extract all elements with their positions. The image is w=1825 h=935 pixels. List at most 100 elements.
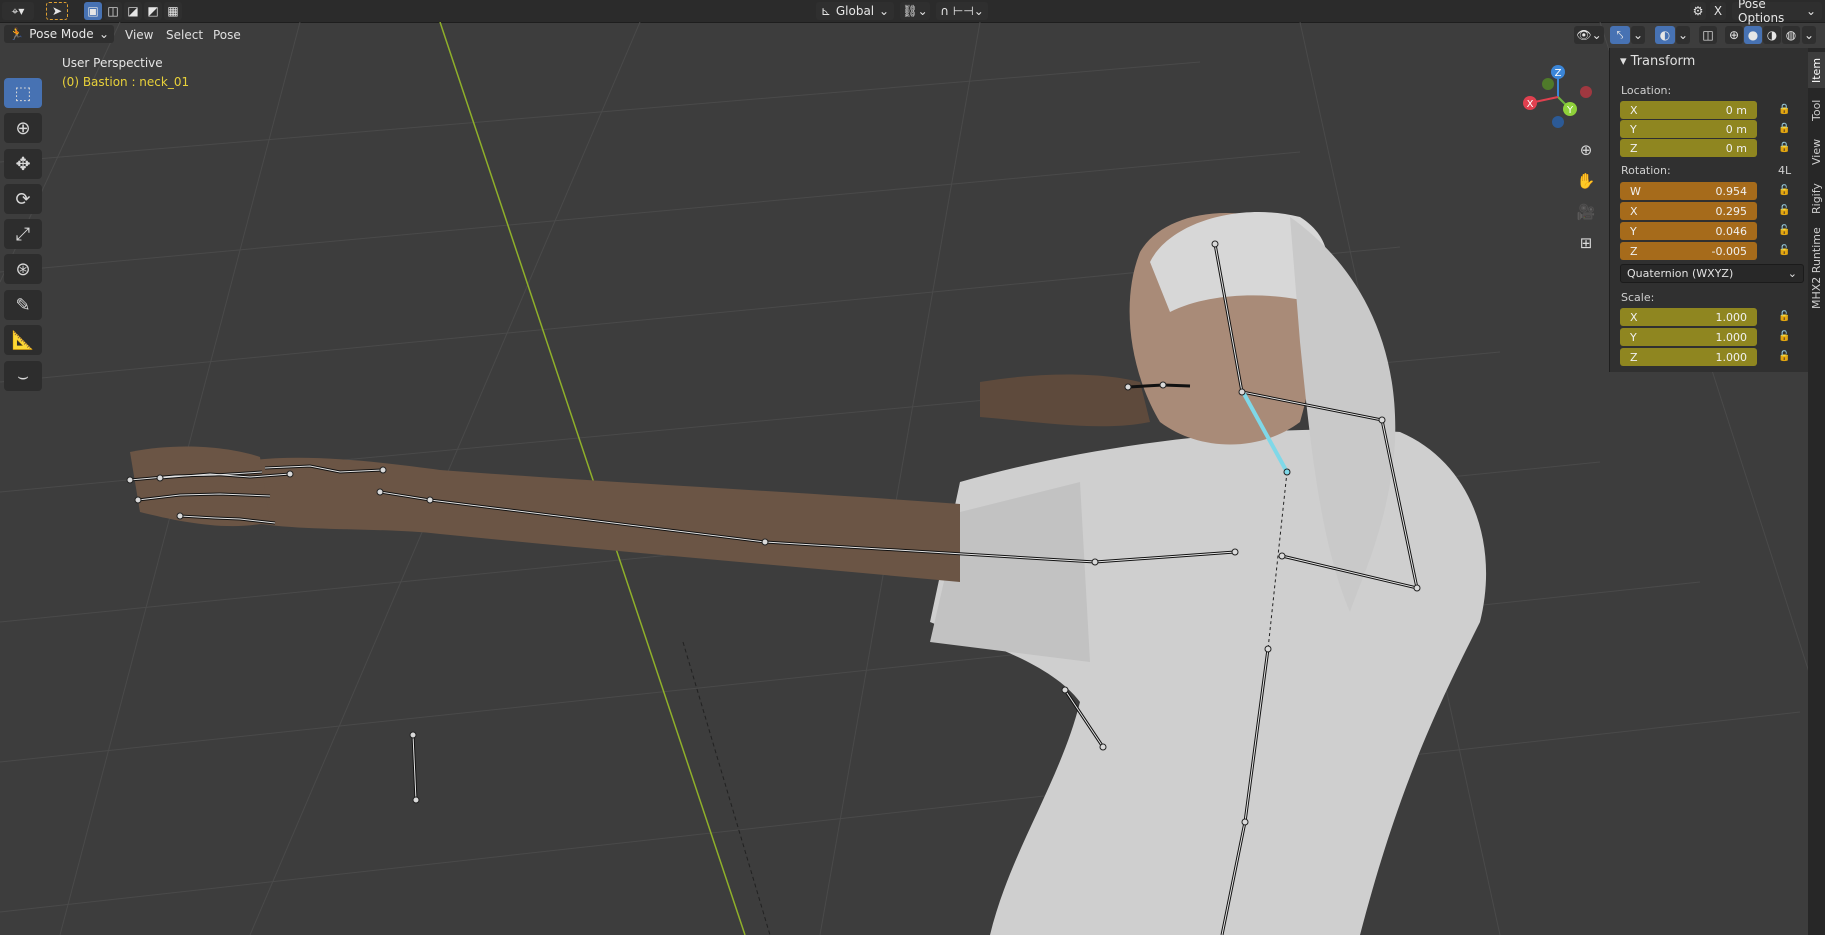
gizmo-neg-z[interactable] [1552, 116, 1564, 128]
field-value: 0 m [1725, 122, 1747, 136]
sidebar-transform-panel: ▾ Transform Location: X 0 m 🔒 Y 0 m 🔒 Z 0 m… [1609, 48, 1808, 372]
rotation-w-field[interactable]: W 0.954 [1620, 182, 1757, 200]
tool-move[interactable]: ✥ [4, 149, 42, 179]
unlock-icon[interactable]: 🔓 [1778, 205, 1790, 217]
unlock-icon[interactable]: 🔓 [1778, 311, 1790, 323]
pose-options-dropdown[interactable]: Pose Options ⌄ [1732, 0, 1822, 25]
ortho-toggle-button[interactable]: ⊞ [1573, 230, 1599, 256]
rotate-icon: ⟳ [15, 188, 31, 210]
rotation-y-field[interactable]: Y 0.046 [1620, 222, 1757, 240]
field-value: 0 m [1725, 141, 1747, 155]
unlock-icon[interactable]: 🔓 [1778, 185, 1790, 197]
zoom-icon: ⊕ [1579, 141, 1593, 159]
3d-viewport[interactable]: User Perspective (0) Bastion : neck_01 Z… [0, 22, 1825, 935]
scale-z-field[interactable]: Z 1.000 [1620, 348, 1757, 366]
navigation-gizmo[interactable]: Z Y X [1518, 62, 1598, 142]
xray-button[interactable]: ◫ [1699, 26, 1717, 44]
chevron-down-icon: ⌄ [878, 4, 889, 18]
tab-tool[interactable]: Tool [1808, 92, 1825, 128]
shading-solid-button[interactable]: ● [1744, 26, 1762, 44]
tool-transform[interactable]: ⊛ [4, 254, 42, 284]
transform-header[interactable]: ▾ Transform [1620, 54, 1695, 69]
tool-rotate[interactable]: ⟳ [4, 184, 42, 214]
hand-icon: ✋ [1576, 172, 1596, 190]
tab-item[interactable]: Item [1808, 52, 1825, 88]
rotation-mode-label: Quaternion (WXYZ) [1627, 267, 1734, 280]
tool-select-box[interactable]: ⬚ [4, 78, 42, 108]
pan-button[interactable]: ✋ [1573, 168, 1599, 194]
rotation-mode-dropdown[interactable]: Quaternion (WXYZ) ⌄ [1620, 264, 1804, 283]
unlock-icon[interactable]: 🔓 [1778, 225, 1790, 237]
rotation-label: Rotation: [1621, 164, 1671, 177]
object-info-label: (0) Bastion : neck_01 [62, 75, 190, 89]
rotation-4l-toggle[interactable]: 4L [1778, 164, 1791, 177]
lock-icon[interactable]: 🔒 [1778, 142, 1790, 154]
menu-select[interactable]: Select [160, 25, 209, 45]
select-mode-extend-button[interactable]: ◫ [104, 2, 122, 20]
select-tool-button[interactable]: ➤ [46, 2, 68, 20]
select-mode-new-button[interactable]: ▣ [84, 2, 102, 20]
overlays-dropdown[interactable]: ⌄ [1676, 26, 1690, 44]
pencil-icon: ✎ [15, 294, 31, 316]
lock-icon[interactable]: 🔒 [1778, 104, 1790, 116]
visibility-dropdown[interactable]: 👁⌄ [1574, 26, 1604, 44]
unlock-icon[interactable]: 🔓 [1778, 245, 1790, 257]
mode-dropdown[interactable]: 🏃 Pose Mode ⌄ [4, 25, 114, 43]
tab-rigify[interactable]: Rigify [1808, 176, 1825, 222]
field-value: 0.295 [1715, 204, 1748, 218]
location-x-field[interactable]: X 0 m [1620, 101, 1757, 119]
editor-type-button[interactable]: ⌖▾ [2, 2, 34, 20]
viewport-header: 🏃 Pose Mode ⌄ View Select Pose 👁⌄ [0, 22, 1608, 48]
rotation-z-field[interactable]: Z -0.005 [1620, 242, 1757, 260]
pivot-point-dropdown[interactable]: ⛓⌄ [900, 2, 930, 20]
zoom-button[interactable]: ⊕ [1573, 137, 1599, 163]
overlays-button[interactable]: ◐ [1655, 26, 1675, 44]
select-mode-intersect-button[interactable]: ▦ [164, 2, 182, 20]
tool-scale[interactable]: ⤢ [4, 219, 42, 249]
shading-rendered-button[interactable]: ◍ [1782, 26, 1800, 44]
menu-view[interactable]: View [119, 25, 159, 45]
shading-wireframe-button[interactable]: ⊕ [1725, 26, 1743, 44]
scale-x-field[interactable]: X 1.000 [1620, 308, 1757, 326]
close-label: X [1713, 4, 1723, 18]
shading-dropdown[interactable]: ⌄ [1802, 26, 1816, 44]
mode-label: Pose Mode [29, 27, 94, 41]
lock-icon[interactable]: 🔒 [1778, 123, 1790, 135]
select-mode-invert-button[interactable]: ◩ [144, 2, 162, 20]
camera-view-button[interactable]: 🎥 [1573, 199, 1599, 225]
tab-mhx2-runtime[interactable]: MHX2 Runtime [1808, 226, 1825, 310]
rendered-icon: ◍ [1785, 28, 1797, 42]
close-x-button[interactable]: X [1710, 2, 1726, 20]
tool-annotate[interactable]: ✎ [4, 290, 42, 320]
unlock-icon[interactable]: 🔓 [1778, 351, 1790, 363]
rotation-x-field[interactable]: X 0.295 [1620, 202, 1757, 220]
gizmo-overlay-button[interactable]: ⤣ [1610, 26, 1630, 44]
transform-orientation-dropdown[interactable]: ⊾ Global ⌄ [816, 2, 894, 20]
scale-y-field[interactable]: Y 1.000 [1620, 328, 1757, 346]
gizmo-neg-x[interactable] [1580, 86, 1592, 98]
tool-cursor[interactable]: ⊕ [4, 113, 42, 143]
unlock-icon[interactable]: 🔓 [1778, 331, 1790, 343]
snap-dropdown[interactable]: ∩ ⊢⊣⌄ [936, 2, 988, 20]
shading-material-button[interactable]: ◑ [1763, 26, 1781, 44]
gizmo-overlay-dropdown[interactable]: ⌄ [1631, 26, 1645, 44]
menu-pose[interactable]: Pose [207, 25, 247, 45]
location-y-field[interactable]: Y 0 m [1620, 120, 1757, 138]
editor-type-icon: ⌖▾ [11, 3, 25, 18]
select-mode-subtract-button[interactable]: ◪ [124, 2, 142, 20]
wireframe-icon: ⊕ [1728, 28, 1740, 42]
tab-view[interactable]: View [1808, 132, 1825, 172]
axis-label: Y [1630, 330, 1637, 344]
select-invert-icon: ◩ [147, 4, 159, 18]
gizmo-neg-y[interactable] [1542, 78, 1554, 90]
tool-bend[interactable]: ⌣ [4, 361, 42, 391]
camera-icon: 🎥 [1576, 203, 1596, 221]
tool-shelf: ⬚ ⊕ ✥ ⟳ ⤢ ⊛ ✎ 📐 ⌣ [4, 78, 44, 396]
location-z-field[interactable]: Z 0 m [1620, 139, 1757, 157]
field-value: 1.000 [1715, 330, 1748, 344]
gizmo-toggle-button[interactable]: ⚙ [1690, 2, 1706, 20]
tool-measure[interactable]: 📐 [4, 325, 42, 355]
curve-icon: ⌣ [17, 365, 29, 387]
axis-label: X [1630, 103, 1638, 117]
gizmo-icon: ⚙ [1692, 4, 1704, 18]
